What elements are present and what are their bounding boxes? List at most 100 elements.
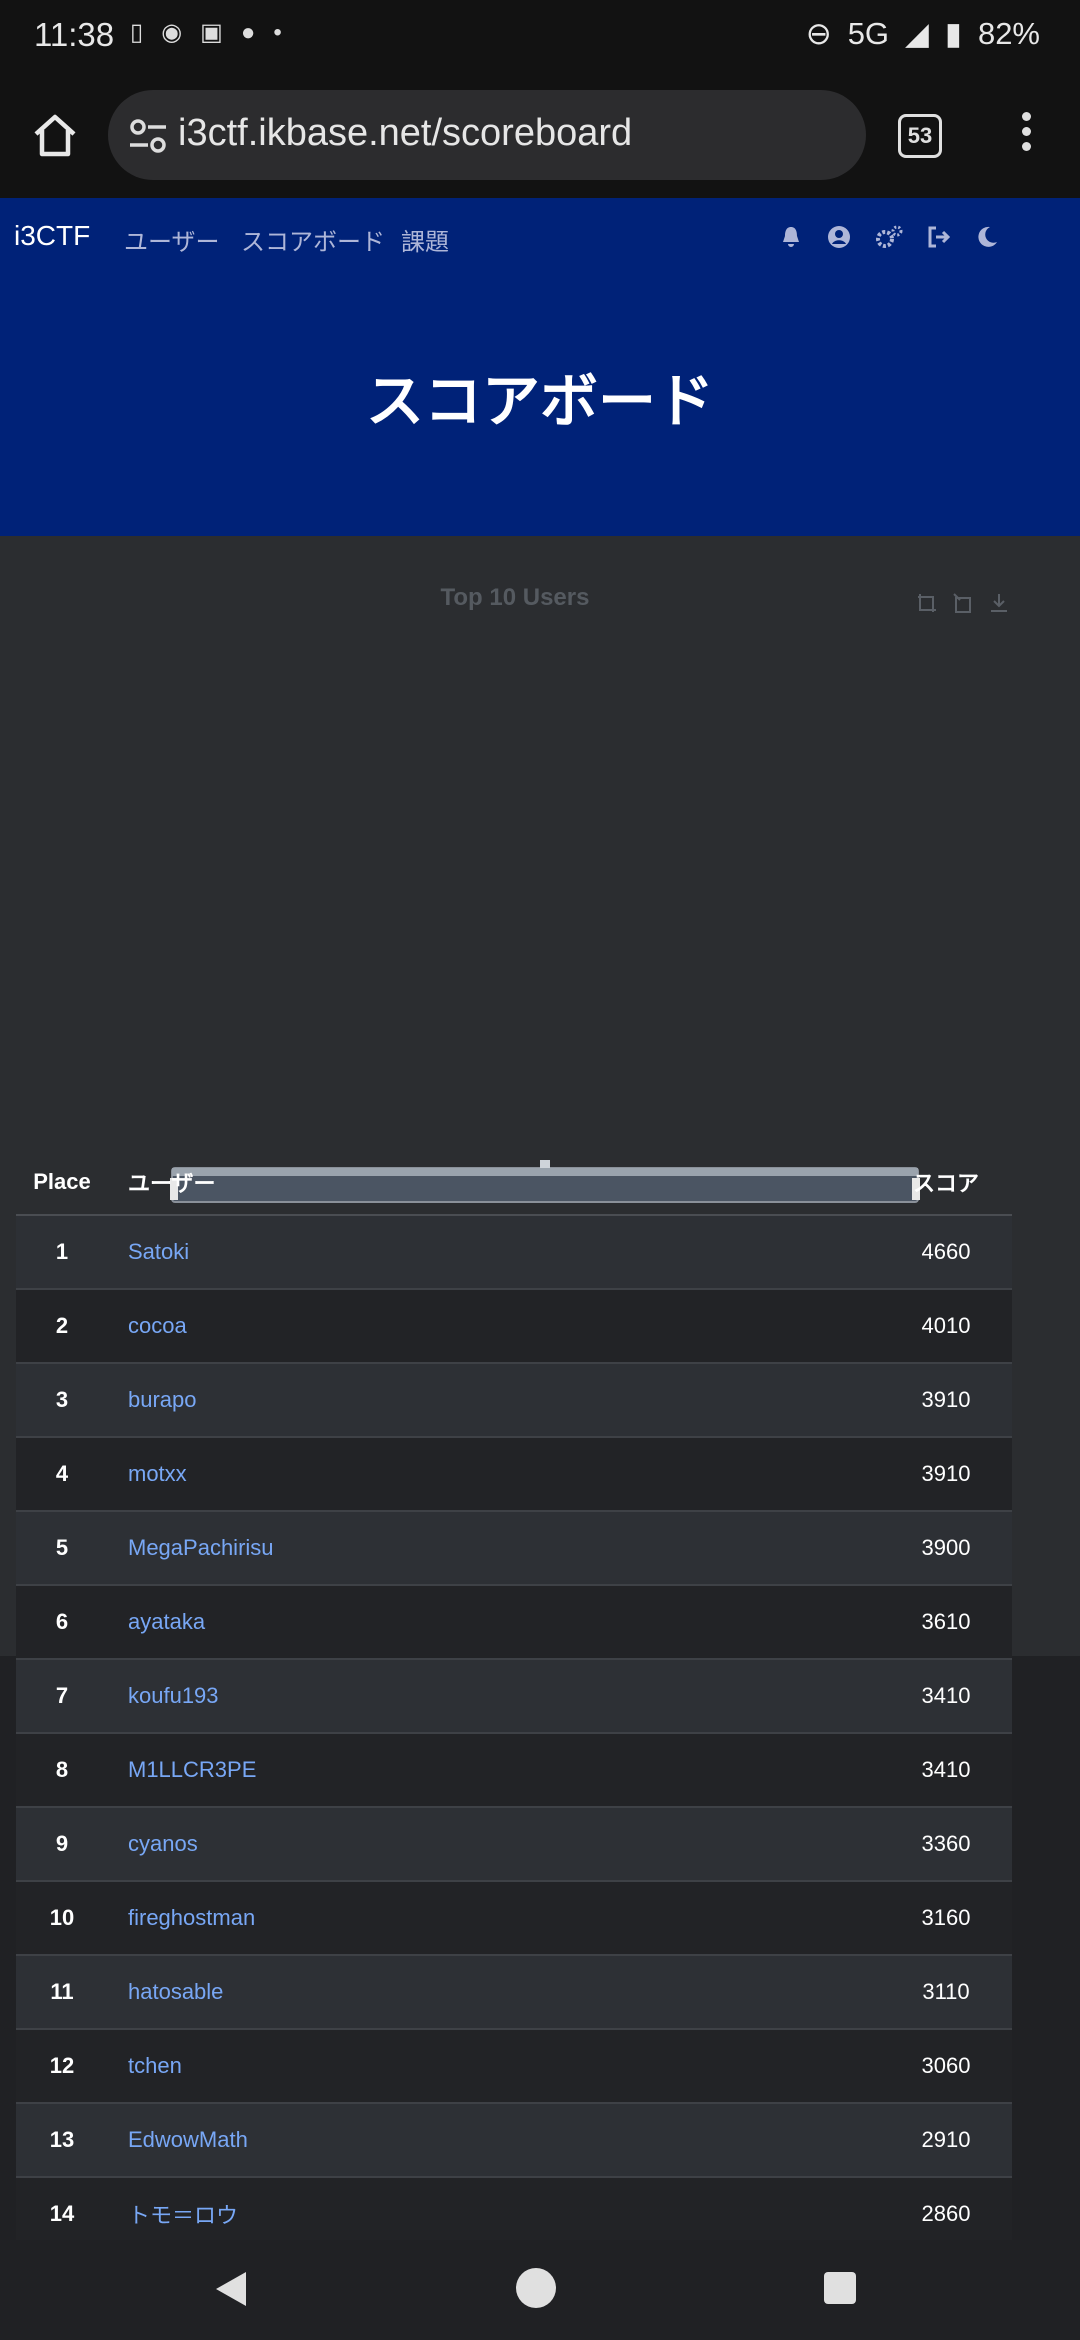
place-cell: 3 (16, 1363, 108, 1438)
header-user: ユーザー (108, 1150, 880, 1216)
place-cell: 8 (16, 1733, 108, 1808)
home-icon[interactable] (30, 110, 80, 160)
score-cell: 3160 (880, 1881, 1012, 1956)
table-row: 6 ayataka 3610 (16, 1585, 1012, 1660)
signal-icon: ◢ (905, 16, 929, 51)
user-link[interactable]: MegaPachirisu (128, 1535, 274, 1560)
bell-icon[interactable] (778, 224, 804, 250)
user-link[interactable]: cocoa (128, 1313, 187, 1338)
network-label: 5G (847, 16, 890, 51)
status-time: 11:38 (34, 16, 115, 53)
score-cell: 3410 (880, 1733, 1012, 1808)
user-circle-icon[interactable] (826, 224, 852, 250)
user-link[interactable]: トモ＝ロウ (128, 2203, 238, 2228)
user-cell: cyanos (108, 1807, 880, 1882)
logout-icon[interactable] (926, 224, 952, 250)
brand-logo[interactable]: i3CTF (14, 220, 90, 252)
site-navbar: i3CTF ユーザー スコアボード 課題 (0, 198, 1080, 278)
d-menu-icon: ▣ (200, 19, 223, 46)
user-link[interactable]: Satoki (128, 1239, 189, 1264)
page-header: スコアボード (0, 278, 1080, 536)
gears-icon[interactable] (874, 224, 904, 250)
place-cell: 4 (16, 1437, 108, 1512)
system-nav-bar (0, 2240, 1080, 2340)
score-cell: 3360 (880, 1807, 1012, 1882)
sim-icon: ▯ (130, 19, 144, 46)
place-cell: 10 (16, 1881, 108, 1956)
user-cell: burapo (108, 1363, 880, 1438)
user-cell: hatosable (108, 1955, 880, 2030)
user-link[interactable]: koufu193 (128, 1683, 219, 1708)
user-link[interactable]: M1LLCR3PE (128, 1757, 256, 1782)
nav-link-users[interactable]: ユーザー (124, 222, 220, 257)
user-cell: tchen (108, 2029, 880, 2104)
user-link[interactable]: tchen (128, 2053, 182, 2078)
place-cell: 2 (16, 1289, 108, 1364)
table-row: 5 MegaPachirisu 3900 (16, 1511, 1012, 1586)
tab-switcher-button[interactable]: 53 (898, 114, 942, 158)
table-row: 2 cocoa 4010 (16, 1289, 1012, 1364)
place-cell: 11 (16, 1955, 108, 2030)
user-cell: EdwowMath (108, 2103, 880, 2178)
site-settings-icon[interactable] (128, 118, 168, 154)
table-row: 3 burapo 3910 (16, 1363, 1012, 1438)
user-cell: M1LLCR3PE (108, 1733, 880, 1808)
user-cell: MegaPachirisu (108, 1511, 880, 1586)
score-cell: 3060 (880, 2029, 1012, 2104)
address-bar[interactable]: i3ctf.ikbase.net/scoreboard (108, 90, 866, 180)
header-place: Place (16, 1150, 108, 1216)
nav-link-scoreboard[interactable]: スコアボード (241, 222, 385, 257)
more-menu-icon[interactable] (1018, 112, 1034, 160)
user-link[interactable]: fireghostman (128, 1905, 255, 1930)
place-cell: 9 (16, 1807, 108, 1882)
place-cell: 1 (16, 1215, 108, 1290)
table-row: 10 fireghostman 3160 (16, 1881, 1012, 1956)
battery-icon: ▮ (944, 16, 962, 51)
table-row: 9 cyanos 3360 (16, 1807, 1012, 1882)
place-cell: 12 (16, 2029, 108, 2104)
dnd-icon: ⊖ (805, 16, 832, 51)
url-text[interactable]: i3ctf.ikbase.net/scoreboard (178, 112, 632, 155)
score-cell: 3110 (880, 1955, 1012, 2030)
dot-icon: • (273, 18, 282, 46)
user-link[interactable]: hatosable (128, 1979, 223, 2004)
place-cell: 5 (16, 1511, 108, 1586)
nav-link-challenges[interactable]: 課題 (401, 222, 449, 257)
table-row: 12 tchen 3060 (16, 2029, 1012, 2104)
score-cell: 4010 (880, 1289, 1012, 1364)
user-cell: koufu193 (108, 1659, 880, 1734)
app-icon: ● (240, 18, 256, 46)
score-cell: 4660 (880, 1215, 1012, 1290)
score-cell: 3910 (880, 1437, 1012, 1512)
table-row: 13 EdwowMath 2910 (16, 2103, 1012, 2178)
table-row: 4 motxx 3910 (16, 1437, 1012, 1512)
user-link[interactable]: motxx (128, 1461, 187, 1486)
score-cell: 2910 (880, 2103, 1012, 2178)
header-score: スコア (880, 1150, 1012, 1216)
user-link[interactable]: cyanos (128, 1831, 198, 1856)
status-bar: 11:38 ▯ ◉ ▣ ● • ⊖ 5G ◢ ▮ 82% (0, 0, 1080, 74)
home-button[interactable] (516, 2268, 556, 2308)
user-link[interactable]: EdwowMath (128, 2127, 248, 2152)
user-cell: ayataka (108, 1585, 880, 1660)
page-title: スコアボード (365, 369, 714, 434)
table-row: 1 Satoki 4660 (16, 1215, 1012, 1290)
user-cell: motxx (108, 1437, 880, 1512)
place-cell: 13 (16, 2103, 108, 2178)
d-app-icon: ◉ (161, 19, 183, 46)
user-link[interactable]: ayataka (128, 1609, 205, 1634)
table-row: 7 koufu193 3410 (16, 1659, 1012, 1734)
user-link[interactable]: burapo (128, 1387, 197, 1412)
scoreboard-table: Place ユーザー スコア 1 Satoki 4660 2 cocoa 4010 3 bur… (16, 1150, 1012, 2252)
recents-icon[interactable] (824, 2272, 856, 2304)
score-cell: 3410 (880, 1659, 1012, 1734)
browser-toolbar: i3ctf.ikbase.net/scoreboard 53 (0, 74, 1080, 200)
status-right: ⊖ 5G ◢ ▮ 82% (806, 16, 1040, 52)
score-cell: 3900 (880, 1511, 1012, 1586)
score-cell: 3910 (880, 1363, 1012, 1438)
nav-icon-group (778, 224, 1000, 250)
back-icon[interactable] (216, 2272, 246, 2306)
moon-icon[interactable] (974, 224, 1000, 250)
table-row: 8 M1LLCR3PE 3410 (16, 1733, 1012, 1808)
battery-level: 82% (977, 16, 1040, 51)
